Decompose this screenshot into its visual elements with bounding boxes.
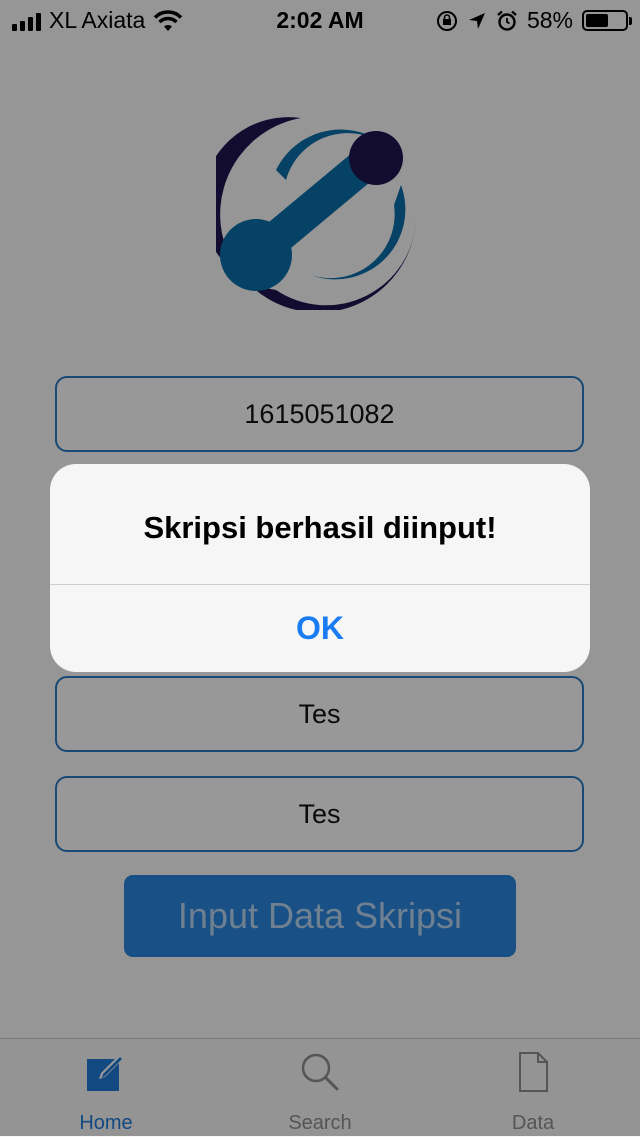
- ok-button[interactable]: OK: [50, 585, 590, 672]
- alert-title: Skripsi berhasil diinput!: [143, 510, 497, 545]
- alert-dialog: Skripsi berhasil diinput! OK: [50, 464, 590, 672]
